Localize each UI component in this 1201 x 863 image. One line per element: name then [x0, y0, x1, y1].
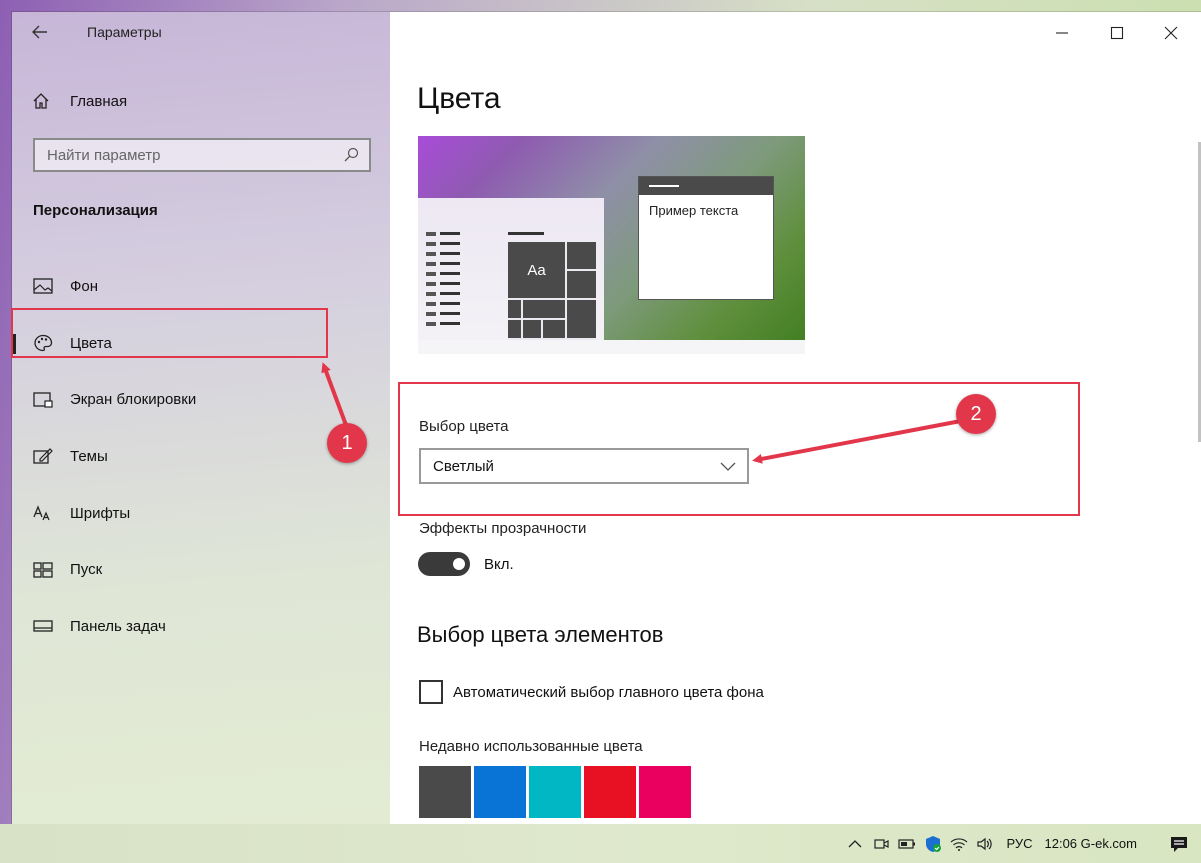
show-hidden-icons-button[interactable] [842, 834, 868, 854]
defender-button[interactable] [920, 834, 946, 854]
transparency-toggle[interactable] [418, 552, 470, 576]
annotation-box-colors [11, 308, 328, 358]
fonts-icon [33, 505, 50, 521]
sidebar-item-taskbar[interactable]: Панель задач [12, 598, 390, 655]
theme-preview: Aa Пример текста [418, 136, 805, 354]
themes-icon [33, 448, 53, 465]
annotation-badge-1: 1 [327, 423, 367, 463]
color-swatch[interactable] [639, 766, 691, 818]
wifi-icon [951, 837, 968, 851]
titlebar: Параметры [12, 12, 390, 54]
recent-colors-label: Недавно использованные цвета [419, 738, 643, 755]
battery-icon [898, 838, 916, 849]
annotation-badge-2: 2 [956, 394, 996, 434]
defender-icon [926, 835, 942, 852]
system-tray: РУС 12:06 G-ek.com [842, 824, 1201, 863]
preview-taskbar [418, 340, 805, 354]
preview-tile [523, 320, 541, 338]
maximize-icon [1110, 26, 1124, 40]
color-swatch[interactable] [419, 766, 471, 818]
section-title: Персонализация [33, 202, 158, 219]
auto-accent-row: Автоматический выбор главного цвета фона [419, 680, 764, 704]
minimize-icon [1056, 32, 1068, 34]
preview-tile [508, 320, 521, 338]
sidebar-item-background[interactable]: Фон [12, 258, 390, 315]
close-icon [1164, 26, 1178, 40]
wifi-button[interactable] [946, 834, 972, 854]
meet-now-icon [874, 838, 890, 849]
language-indicator[interactable]: РУС [1006, 836, 1032, 851]
minimize-button[interactable] [1039, 18, 1085, 48]
volume-icon [977, 837, 993, 850]
color-swatch[interactable] [474, 766, 526, 818]
search-input[interactable]: Найти параметр [33, 138, 371, 172]
auto-accent-label: Автоматический выбор главного цвета фона [453, 683, 764, 701]
app-title: Параметры [87, 24, 162, 40]
sidebar-item-start[interactable]: Пуск [12, 541, 390, 598]
sidebar: Параметры Главная Найти параметр Персона… [12, 12, 390, 824]
taskbar-icon [33, 620, 53, 633]
preview-tile [567, 271, 596, 298]
home-label: Главная [70, 92, 128, 110]
sidebar-item-label: Шрифты [70, 504, 131, 522]
preview-tile [508, 300, 521, 318]
sidebar-item-label: Пуск [70, 561, 103, 579]
sidebar-item-label: Фон [70, 277, 99, 295]
transparency-state: Вкл. [484, 555, 514, 573]
meet-now-button[interactable] [868, 834, 894, 854]
preview-tile [523, 300, 565, 318]
preview-tile-aa: Aa [508, 242, 565, 298]
close-button[interactable] [1148, 18, 1194, 48]
home-link[interactable]: Главная [32, 88, 372, 114]
battery-button[interactable] [894, 834, 920, 854]
clock[interactable]: 12:06 G-ek.com [1045, 836, 1138, 851]
preview-window-titlebar [639, 177, 773, 195]
start-icon [33, 562, 53, 578]
arrow-left-icon [32, 25, 47, 39]
transparency-label: Эффекты прозрачности [419, 520, 587, 537]
recent-colors [419, 766, 691, 818]
sidebar-item-label: Темы [70, 447, 108, 465]
lock-screen-icon [33, 392, 53, 408]
preview-tiles: Aa [508, 242, 596, 340]
image-icon [33, 278, 53, 294]
home-icon [33, 93, 49, 109]
auto-accent-checkbox[interactable] [419, 680, 443, 704]
taskbar: РУС 12:06 G-ek.com [0, 824, 1201, 863]
volume-button[interactable] [972, 834, 998, 854]
search-placeholder: Найти параметр [47, 146, 161, 164]
chevron-up-icon [848, 839, 862, 847]
accent-heading: Выбор цвета элементов [417, 622, 664, 647]
sidebar-item-label: Панель задач [70, 617, 166, 635]
back-button[interactable] [30, 22, 54, 44]
preview-window-text: Пример текста [649, 203, 739, 218]
notification-button[interactable] [1157, 824, 1201, 863]
sidebar-item-fonts[interactable]: Шрифты [12, 485, 390, 542]
color-swatch[interactable] [529, 766, 581, 818]
preview-tile [543, 320, 565, 338]
color-swatch[interactable] [584, 766, 636, 818]
toggle-knob [453, 558, 465, 570]
preview-tile [567, 242, 596, 269]
preview-window: Пример текста [638, 176, 774, 300]
maximize-button[interactable] [1094, 18, 1140, 48]
sidebar-item-lock-screen[interactable]: Экран блокировки [12, 371, 390, 428]
preview-tile [567, 300, 596, 338]
page-title: Цвета [417, 82, 501, 115]
search-icon [344, 147, 359, 162]
sidebar-item-label: Экран блокировки [70, 391, 197, 409]
notification-icon [1171, 836, 1187, 852]
preview-start-list [426, 232, 462, 332]
preview-tile-bar [508, 232, 544, 235]
transparency-toggle-row: Вкл. [418, 552, 514, 576]
